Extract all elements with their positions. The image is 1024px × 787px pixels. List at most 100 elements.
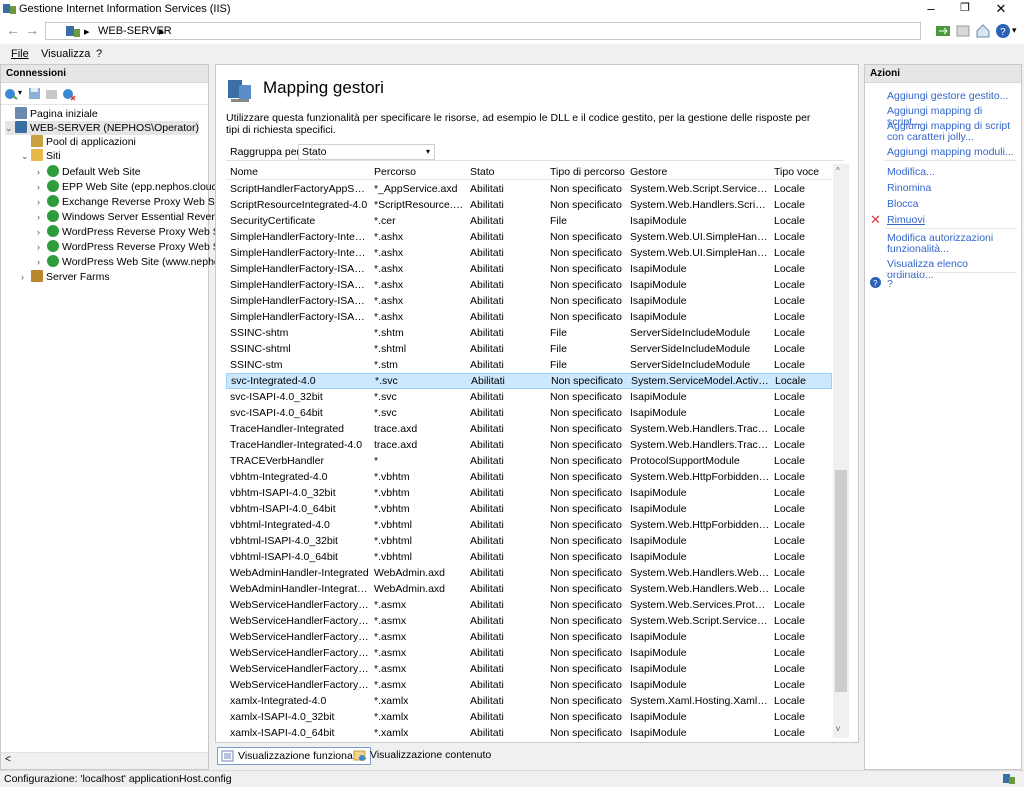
table-row[interactable]: SimpleHandlerFactory-Integra... *.ashx Abi… [226, 245, 832, 261]
menu-file[interactable]: File [11, 48, 29, 60]
back-button[interactable]: ← [4, 23, 22, 39]
expand-toggle-icon[interactable]: › [21, 270, 31, 284]
expand-toggle-icon[interactable]: › [37, 240, 47, 254]
expand-toggle-icon[interactable]: ⌄ [5, 121, 15, 135]
column-header-name[interactable]: Nome [230, 166, 258, 178]
tab-content-view[interactable]: Visualizzazione contenuto [350, 747, 495, 765]
expand-toggle-icon[interactable]: › [37, 165, 47, 179]
table-row[interactable]: WebServiceHandlerFactory-IS... *.asmx Abil… [226, 645, 832, 661]
table-row[interactable]: xamlx-ISAPI-4.0_32bit *.xamlx Abilitati Non… [226, 709, 832, 725]
scroll-up-icon[interactable]: ^ [836, 166, 840, 175]
tree-item[interactable]: › EPP Web Site (epp.nephos.cloud) [37, 180, 221, 194]
table-row[interactable]: WebServiceHandlerFactory-Int... *.asmx Abi… [226, 613, 832, 629]
connect-icon[interactable] [935, 23, 951, 39]
expand-toggle-icon[interactable]: › [37, 255, 47, 269]
crumb-end-separator[interactable]: ▸ [159, 25, 165, 38]
crumb-separator[interactable]: ▸ [84, 25, 90, 38]
tree-item[interactable]: Pagina iniziale [5, 107, 98, 121]
remove-connection-icon[interactable] [62, 87, 76, 101]
action-edit[interactable]: Modifica... [887, 167, 1017, 178]
column-header-path-type[interactable]: Tipo di percorso [550, 166, 625, 178]
action-remove[interactable]: Rimuovi [887, 215, 1017, 226]
close-button[interactable]: ✕ [984, 0, 1018, 18]
table-row[interactable]: SSINC-shtm *.shtm Abilitati File ServerSideI… [226, 325, 832, 341]
group-by-select[interactable]: Stato ▾ [298, 144, 435, 160]
table-row[interactable]: svc-Integrated-4.0 *.svc Abilitati Non spec… [226, 373, 832, 389]
table-row[interactable]: SSINC-shtml *.shtml Abilitati File ServerSid… [226, 341, 832, 357]
table-row[interactable]: WebServiceHandlerFactory-IS... *.asmx Abil… [226, 629, 832, 645]
table-row[interactable]: WebAdminHandler-Integrated... WebAdmin.ax… [226, 581, 832, 597]
table-row[interactable]: SimpleHandlerFactory-ISAPI-2... *.ashx Abi… [226, 277, 832, 293]
column-header-state[interactable]: Stato [470, 166, 495, 178]
table-row[interactable]: WebAdminHandler-Integrated WebAdmin.axd Ab… [226, 565, 832, 581]
table-row[interactable]: SSINC-stm *.stm Abilitati File ServerSideInc… [226, 357, 832, 373]
table-row[interactable]: vbhtm-ISAPI-4.0_64bit *.vbhtm Abilitati Non… [226, 501, 832, 517]
connect-globe-icon[interactable] [4, 87, 18, 101]
table-row[interactable]: vbhtml-Integrated-4.0 *.vbhtml Abilitati No… [226, 517, 832, 533]
action-add-managed-handler[interactable]: Aggiungi gestore gestito... [887, 91, 1017, 102]
help-icon[interactable]: ? [995, 23, 1011, 39]
stop-icon[interactable] [955, 23, 971, 39]
table-row[interactable]: WebServiceHandlerFactory-IS... *.asmx Abil… [226, 677, 832, 693]
action-add-wildcard-script-map[interactable]: Aggiungi mapping di script con caratteri… [887, 121, 1013, 143]
tree-item[interactable]: › Server Farms [21, 270, 110, 284]
table-row[interactable]: vbhtm-Integrated-4.0 *.vbhtm Abilitati Non … [226, 469, 832, 485]
tree-item[interactable]: › Default Web Site [37, 165, 141, 179]
tree-item[interactable]: › Windows Server Essential Reverse [37, 210, 226, 224]
action-rename[interactable]: Rinomina [887, 183, 1017, 194]
table-row[interactable]: SecurityCertificate *.cer Abilitati File Isa… [226, 213, 832, 229]
expand-toggle-icon[interactable]: › [37, 210, 47, 224]
minimize-button[interactable]: – [914, 0, 948, 18]
table-row[interactable]: vbhtml-ISAPI-4.0_32bit *.vbhtml Abilitati N… [226, 533, 832, 549]
table-row[interactable]: vbhtml-ISAPI-4.0_64bit *.vbhtml Abilitati N… [226, 549, 832, 565]
menu-help[interactable]: ? [96, 48, 102, 60]
table-row[interactable]: TraceHandler-Integrated-4.0 trace.axd Abil… [226, 437, 832, 453]
help-dropdown-icon[interactable]: ▾ [1012, 25, 1017, 36]
tree-horizontal-scrollbar[interactable]: < [1, 752, 208, 769]
column-header-path[interactable]: Percorso [374, 166, 416, 178]
table-row[interactable]: vbhtm-ISAPI-4.0_32bit *.vbhtm Abilitati Non… [226, 485, 832, 501]
expand-toggle-icon[interactable]: › [37, 195, 47, 209]
table-row[interactable]: svc-ISAPI-4.0_32bit *.svc Abilitati Non spe… [226, 389, 832, 405]
action-edit-feature-permissions[interactable]: Modifica autorizzazioni funzionalità... [887, 233, 1017, 255]
table-row[interactable]: SimpleHandlerFactory-ISAPI-2.0 *.ashx Abil… [226, 261, 832, 277]
column-header-entry-type[interactable]: Tipo voce [774, 166, 819, 178]
up-level-icon[interactable] [45, 87, 58, 100]
address-box[interactable]: ▸ WEB-SERVER ▸ [45, 22, 921, 40]
table-row[interactable]: WebServiceHandlerFactory-Int... *.asmx Abi… [226, 597, 832, 613]
action-view-ordered-list[interactable]: Visualizza elenco ordinato... [887, 259, 1017, 281]
table-row[interactable]: TraceHandler-Integrated trace.axd Abilitat… [226, 421, 832, 437]
scroll-left-icon[interactable]: < [5, 754, 11, 765]
tree-item[interactable]: › WordPress Reverse Proxy Web Site [37, 240, 231, 254]
tree-item[interactable]: › WordPress Reverse Proxy Web Site [37, 225, 231, 239]
tab-features-view[interactable]: Visualizzazione funzionalità [217, 747, 372, 765]
menu-view[interactable]: Visualizza [41, 48, 90, 60]
tree-item[interactable]: ⌄ Siti [21, 149, 61, 163]
table-row[interactable]: SimpleHandlerFactory-ISAPI-4... *.ashx Abi… [226, 309, 832, 325]
action-help[interactable]: ? [887, 279, 1017, 290]
column-header-handler[interactable]: Gestore [630, 166, 667, 178]
expand-toggle-icon[interactable]: › [37, 225, 47, 239]
home-icon[interactable] [975, 23, 991, 39]
forward-button[interactable]: → [23, 23, 41, 39]
expand-toggle-icon[interactable]: ⌄ [21, 149, 31, 163]
maximize-button[interactable]: ❐ [948, 0, 982, 18]
table-row[interactable]: TRACEVerbHandler * Abilitati Non specificat… [226, 453, 832, 469]
table-row[interactable]: svc-ISAPI-4.0_64bit *.svc Abilitati Non spe… [226, 405, 832, 421]
tree-item[interactable]: › WordPress Web Site (www.nephos [37, 255, 225, 269]
table-row[interactable]: ScriptResourceIntegrated-4.0 *ScriptResou… [226, 197, 832, 213]
scroll-down-icon[interactable]: v [836, 724, 840, 733]
expand-toggle-icon[interactable]: › [37, 180, 47, 194]
action-add-module-mapping[interactable]: Aggiungi mapping moduli... [887, 147, 1017, 158]
action-lock[interactable]: Blocca [887, 199, 1017, 210]
save-icon[interactable] [28, 87, 41, 100]
table-row[interactable]: SimpleHandlerFactory-Integra... *.ashx Abi… [226, 229, 832, 245]
table-row[interactable]: WebServiceHandlerFactory-IS... *.asmx Abil… [226, 661, 832, 677]
tree-item[interactable]: › Exchange Reverse Proxy Web Site [37, 195, 226, 209]
table-row[interactable]: ScriptHandlerFactoryAppServi... *_AppServ… [226, 181, 832, 197]
connect-dropdown-icon[interactable]: ▾ [18, 88, 22, 97]
table-row[interactable]: xamlx-Integrated-4.0 *.xamlx Abilitati Non … [226, 693, 832, 709]
table-row[interactable]: SimpleHandlerFactory-ISAPI-4... *.ashx Abi… [226, 293, 832, 309]
table-vertical-scrollbar[interactable]: ^ v [833, 164, 849, 738]
scroll-thumb[interactable] [835, 470, 847, 692]
